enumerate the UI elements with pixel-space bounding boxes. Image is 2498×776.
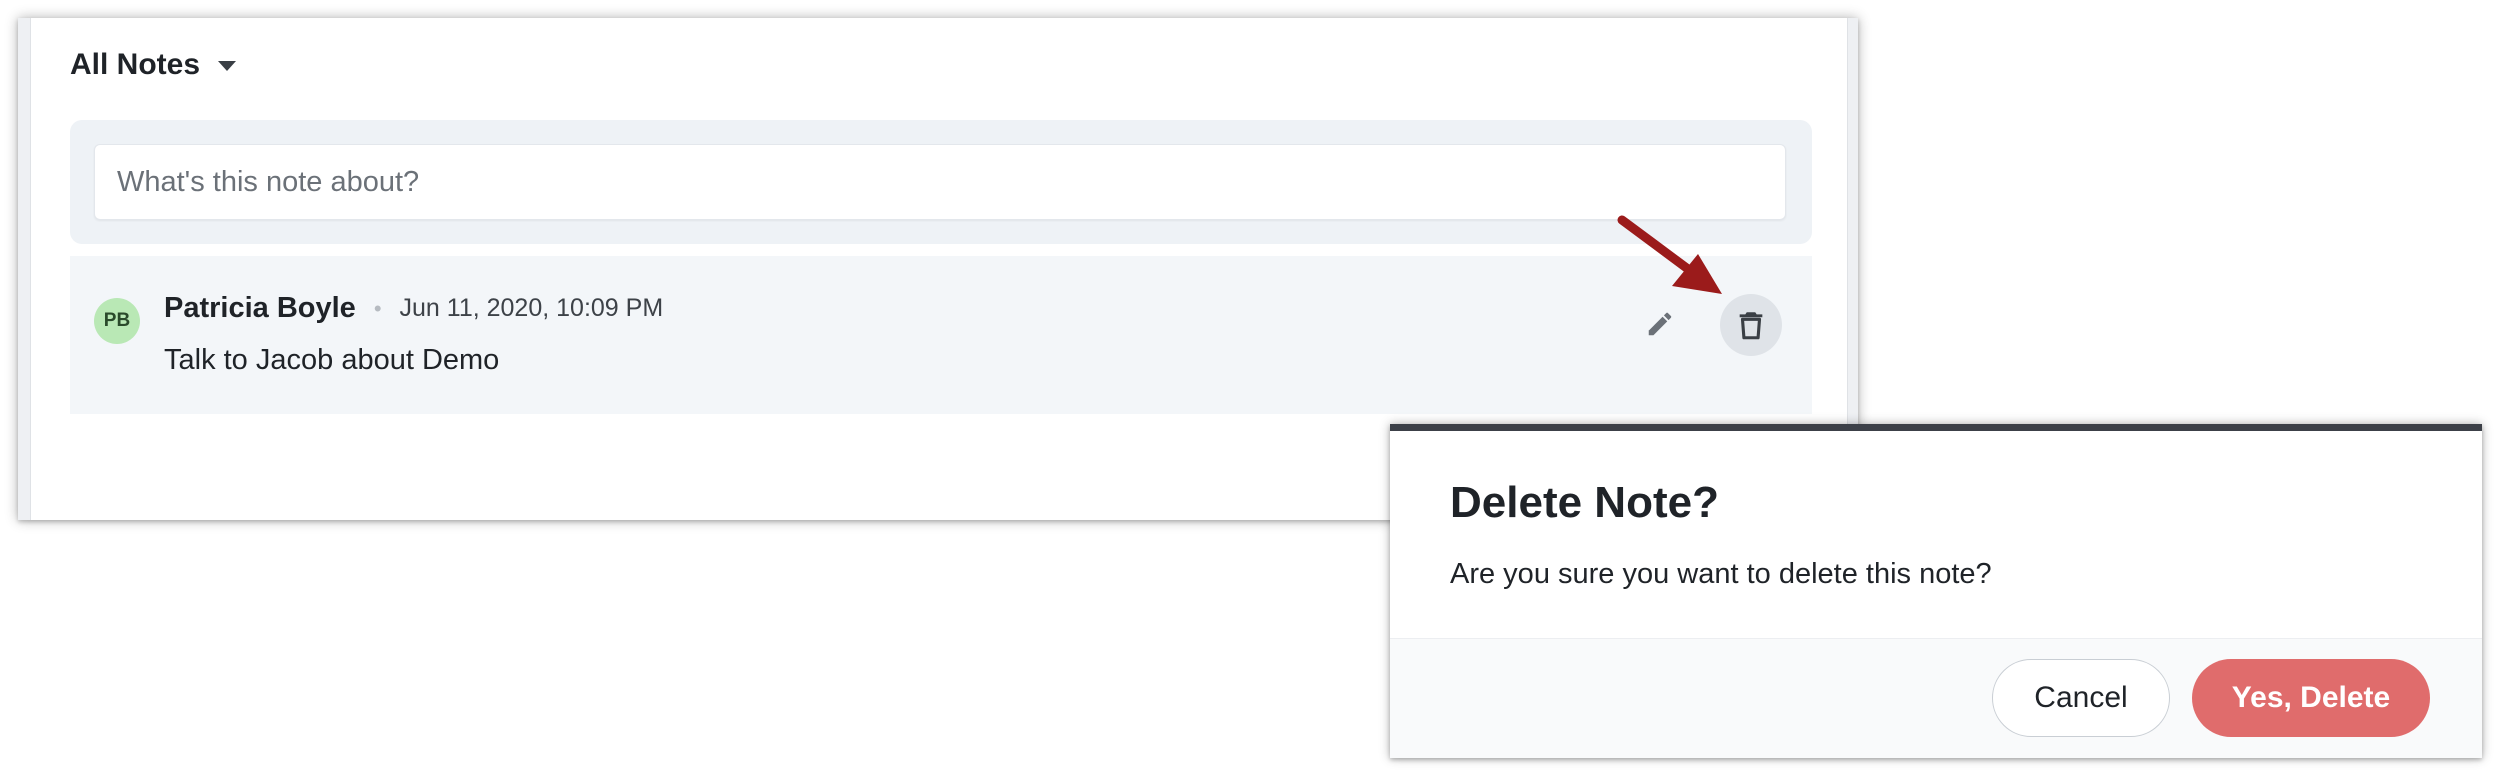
note-composer bbox=[70, 120, 1812, 244]
pencil-icon bbox=[1648, 312, 1672, 336]
dialog-title: Delete Note? bbox=[1450, 478, 1719, 527]
note-timestamp: Jun 11, 2020, 10:09 PM bbox=[399, 294, 664, 322]
panel-left-border bbox=[18, 18, 31, 520]
confirm-delete-button[interactable]: Yes, Delete bbox=[2192, 659, 2430, 737]
cancel-button[interactable]: Cancel bbox=[1992, 659, 2170, 737]
avatar: PB bbox=[94, 298, 140, 344]
note-author: Patricia Boyle bbox=[164, 292, 356, 324]
caret-down-icon bbox=[218, 61, 237, 71]
notes-filter-label: All Notes bbox=[70, 48, 201, 81]
note-text: Talk to Jacob about Demo bbox=[164, 344, 500, 376]
dialog-footer: Cancel Yes, Delete bbox=[1390, 638, 2482, 758]
note-item: PB Patricia Boyle • Jun 11, 2020, 10:09 … bbox=[70, 256, 1812, 414]
arrow-icon bbox=[1617, 215, 1722, 294]
meta-separator: • bbox=[373, 295, 382, 321]
note-meta: Patricia Boyle • Jun 11, 2020, 10:09 PM bbox=[164, 292, 663, 325]
dialog-message: Are you sure you want to delete this not… bbox=[1450, 558, 1992, 590]
note-input[interactable] bbox=[94, 144, 1786, 220]
trash-icon bbox=[1739, 312, 1763, 340]
notes-filter-dropdown[interactable]: All Notes bbox=[70, 48, 237, 82]
dialog-top-bar bbox=[1390, 424, 2482, 431]
delete-note-dialog: Delete Note? Are you sure you want to de… bbox=[1390, 424, 2482, 758]
